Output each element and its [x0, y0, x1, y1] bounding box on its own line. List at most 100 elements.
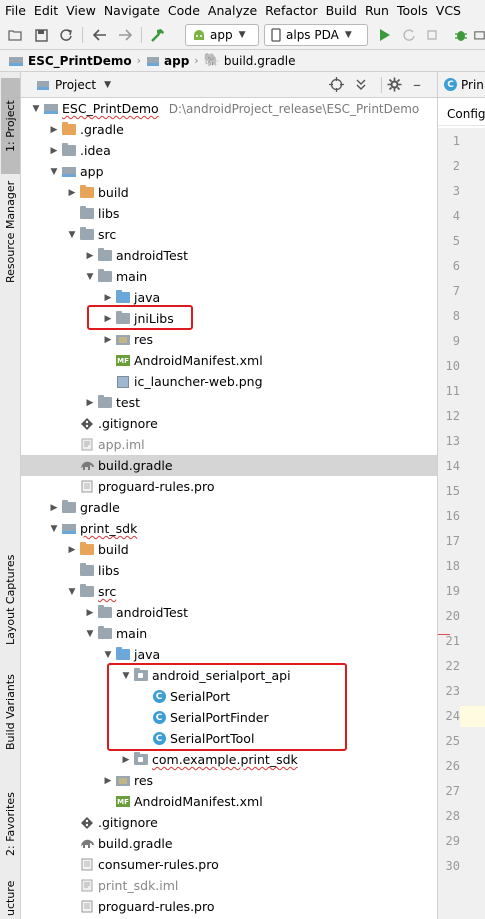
expand-arrow-down-icon[interactable]: ▼ [101, 650, 115, 660]
expand-arrow-right-icon[interactable]: ▶ [47, 125, 61, 135]
tree-row[interactable]: ▶ res [21, 770, 437, 791]
tree-row[interactable]: ▶ build [21, 539, 437, 560]
expand-arrow-right-icon[interactable]: ▶ [101, 314, 115, 324]
expand-arrow-down-icon[interactable]: ▼ [83, 629, 97, 639]
tree-row[interactable]: ▶ res [21, 329, 437, 350]
expand-arrow-right-icon[interactable]: ▶ [47, 503, 61, 513]
expand-arrow-down-icon[interactable]: ▼ [29, 104, 43, 114]
tree-row[interactable]: C SerialPortFinder [21, 707, 437, 728]
tab-build-variants[interactable]: Build Variants [1, 670, 20, 754]
locate-target-icon[interactable] [329, 77, 344, 96]
tree-row[interactable]: libs [21, 203, 437, 224]
expand-arrow-right-icon[interactable]: ▶ [101, 335, 115, 345]
tree-row[interactable]: ▶ test [21, 392, 437, 413]
sync-icon[interactable] [58, 27, 74, 43]
forward-arrow-icon[interactable] [117, 27, 133, 43]
tree-row[interactable]: .gitignore [21, 413, 437, 434]
expand-arrow-down-icon[interactable]: ▼ [47, 167, 61, 177]
hide-panel-icon[interactable]: – [413, 75, 421, 94]
menu-refactor[interactable]: Refactor [261, 3, 321, 18]
tree-row[interactable]: ▼ android_serialport_api [21, 665, 437, 686]
tree-row[interactable]: ▼ src [21, 581, 437, 602]
tab-project[interactable]: 1: Project [1, 78, 20, 174]
tree-row[interactable]: C SerialPortTool [21, 728, 437, 749]
tab-structure[interactable]: ucture [1, 878, 20, 919]
tree-row[interactable]: ▶ .gradle [21, 119, 437, 140]
tree-row[interactable]: ▶ gradle [21, 497, 437, 518]
menu-navigate[interactable]: Navigate [100, 3, 164, 18]
expand-arrow-right-icon[interactable]: ▶ [101, 293, 115, 303]
tree-row[interactable]: .gitignore [21, 812, 437, 833]
debug-bug-icon[interactable] [453, 27, 469, 43]
editor-tab[interactable]: C Prin [438, 72, 485, 98]
expand-arrow-right-icon[interactable]: ▶ [119, 755, 133, 765]
tree-row[interactable]: ▼ main [21, 266, 437, 287]
menu-run[interactable]: Run [361, 3, 393, 18]
collapse-all-icon[interactable] [354, 77, 368, 95]
tab-favorites[interactable]: 2: Favorites [1, 782, 20, 866]
menu-analyze[interactable]: Analyze [204, 3, 261, 18]
menu-tools[interactable]: Tools [393, 3, 432, 18]
menu-build[interactable]: Build [322, 3, 361, 18]
tree-row[interactable]: C SerialPort [21, 686, 437, 707]
expand-arrow-right-icon[interactable]: ▶ [101, 776, 115, 786]
breadcrumb-file[interactable]: 🐘 build.gradle [204, 53, 296, 68]
profile-icon[interactable] [474, 27, 485, 43]
tree-row[interactable]: ▶ androidTest [21, 602, 437, 623]
run-icon[interactable] [377, 27, 393, 43]
apply-code-changes-icon[interactable] [424, 27, 440, 43]
menu-file[interactable]: File [0, 3, 30, 18]
breadcrumb-module[interactable]: app [146, 54, 189, 68]
tree-row[interactable]: consumer-rules.pro [21, 854, 437, 875]
tree-row[interactable]: ▶ com.example.print_sdk [21, 749, 437, 770]
expand-arrow-right-icon[interactable]: ▶ [83, 398, 97, 408]
tree-row[interactable]: proguard-rules.pro [21, 896, 437, 917]
menu-view[interactable]: View [62, 3, 100, 18]
expand-arrow-down-icon[interactable]: ▼ [83, 272, 97, 282]
save-icon[interactable] [33, 27, 49, 43]
breadcrumb-project[interactable]: ESC_PrintDemo [8, 54, 132, 68]
tree-row[interactable]: ▼ print_sdk [21, 518, 437, 539]
apply-changes-icon[interactable] [401, 27, 417, 43]
tree-row[interactable]: ▶ build [21, 182, 437, 203]
menu-edit[interactable]: Edit [30, 3, 62, 18]
tree-row[interactable]: ▶ jniLibs [21, 308, 437, 329]
tree-row[interactable]: ▶ java [21, 287, 437, 308]
tab-resource-manager[interactable]: Resource Manager [1, 176, 20, 288]
tree-row[interactable]: ▶ .idea [21, 140, 437, 161]
tree-row[interactable]: MF AndroidManifest.xml [21, 791, 437, 812]
tree-row[interactable]: ▼ src [21, 224, 437, 245]
tree-row[interactable]: proguard-rules.pro [21, 476, 437, 497]
tree-row[interactable]: ▼ main [21, 623, 437, 644]
expand-arrow-right-icon[interactable]: ▶ [83, 608, 97, 618]
hammer-build-icon[interactable] [150, 27, 166, 43]
menu-code[interactable]: Code [164, 3, 204, 18]
tree-row[interactable]: ▼ java [21, 644, 437, 665]
run-config-select[interactable]: app ▼ [185, 24, 259, 46]
menu-vcs[interactable]: VCS [432, 3, 465, 18]
device-select[interactable]: alps PDA ▼ [264, 24, 368, 46]
expand-arrow-right-icon[interactable]: ▶ [65, 545, 79, 555]
editor-subtab[interactable]: Config [438, 102, 485, 126]
expand-arrow-down-icon[interactable]: ▼ [119, 671, 133, 681]
expand-arrow-down-icon[interactable]: ▼ [65, 230, 79, 240]
open-folder-icon[interactable] [7, 27, 23, 43]
expand-arrow-right-icon[interactable]: ▶ [65, 188, 79, 198]
tree-row[interactable]: ▶ androidTest [21, 245, 437, 266]
project-view-select[interactable]: Project ▼ [29, 75, 118, 95]
back-arrow-icon[interactable] [92, 27, 108, 43]
tree-row[interactable]: ▼ ESC_PrintDemo D:\androidProject_release\… [21, 98, 437, 119]
expand-arrow-right-icon[interactable]: ▶ [83, 251, 97, 261]
expand-arrow-right-icon[interactable]: ▶ [47, 146, 61, 156]
tree-row[interactable]: ic_launcher-web.png [21, 371, 437, 392]
tree-row[interactable]: build.gradle [21, 455, 437, 476]
tree-row[interactable]: libs [21, 560, 437, 581]
tree-row[interactable]: app.iml [21, 434, 437, 455]
tree-row[interactable]: build.gradle [21, 833, 437, 854]
tab-layout-captures[interactable]: Layout Captures [1, 546, 20, 654]
tree-row[interactable]: MF AndroidManifest.xml [21, 350, 437, 371]
expand-arrow-down-icon[interactable]: ▼ [65, 587, 79, 597]
tree-row[interactable]: print_sdk.iml [21, 875, 437, 896]
tree-row[interactable]: ▼ app [21, 161, 437, 182]
expand-arrow-down-icon[interactable]: ▼ [47, 524, 61, 534]
